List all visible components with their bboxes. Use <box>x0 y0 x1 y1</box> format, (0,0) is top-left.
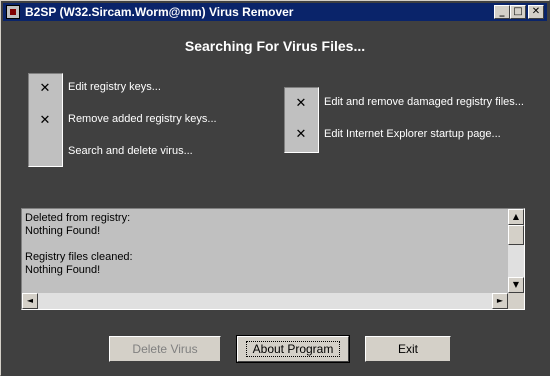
check-mark-icon: ✕ <box>295 127 307 142</box>
title-bar[interactable]: B2SP (W32.Sircam.Worm@mm) Virus Remover … <box>3 3 547 21</box>
horizontal-scrollbar[interactable]: ◄ ► <box>22 293 508 309</box>
left-checklist-panel: ✕ ✕ <box>28 73 63 167</box>
task-remove-registry-keys: Remove added registry keys... <box>68 113 217 125</box>
app-icon <box>6 5 20 19</box>
about-program-label: About Program <box>245 341 341 357</box>
scrollbar-corner <box>508 293 524 309</box>
results-log[interactable]: Deleted from registry: Nothing Found! Re… <box>21 208 525 310</box>
scroll-thumb[interactable] <box>508 225 524 245</box>
window-title: B2SP (W32.Sircam.Worm@mm) Virus Remover <box>25 5 294 19</box>
exit-button[interactable]: Exit <box>365 336 451 362</box>
about-program-button[interactable]: About Program <box>236 335 350 363</box>
log-text: Deleted from registry: Nothing Found! Re… <box>25 212 133 276</box>
scroll-up-icon[interactable]: ▲ <box>508 209 524 225</box>
minimize-button[interactable]: _ <box>494 5 510 19</box>
app-window: B2SP (W32.Sircam.Worm@mm) Virus Remover … <box>0 0 550 376</box>
vertical-scrollbar[interactable]: ▲ ▼ <box>508 209 524 293</box>
delete-virus-button[interactable]: Delete Virus <box>109 336 221 362</box>
check-mark-icon: ✕ <box>39 113 51 128</box>
status-heading: Searching For Virus Files... <box>184 38 366 54</box>
right-checklist-panel: ✕ ✕ <box>284 87 319 153</box>
scroll-down-icon[interactable]: ▼ <box>508 277 524 293</box>
task-edit-ie-startup: Edit Internet Explorer startup page... <box>324 128 501 140</box>
scroll-right-icon[interactable]: ► <box>492 293 508 309</box>
maximize-button[interactable]: □ <box>510 5 526 19</box>
task-edit-damaged-registry: Edit and remove damaged registry files..… <box>324 96 524 108</box>
check-mark-icon: ✕ <box>39 81 51 96</box>
task-edit-registry-keys: Edit registry keys... <box>68 81 161 93</box>
check-mark-icon <box>38 146 52 160</box>
scroll-left-icon[interactable]: ◄ <box>22 293 38 309</box>
check-mark-icon: ✕ <box>295 96 307 111</box>
close-button[interactable]: ✕ <box>528 5 544 19</box>
task-search-delete-virus: Search and delete virus... <box>68 145 193 157</box>
